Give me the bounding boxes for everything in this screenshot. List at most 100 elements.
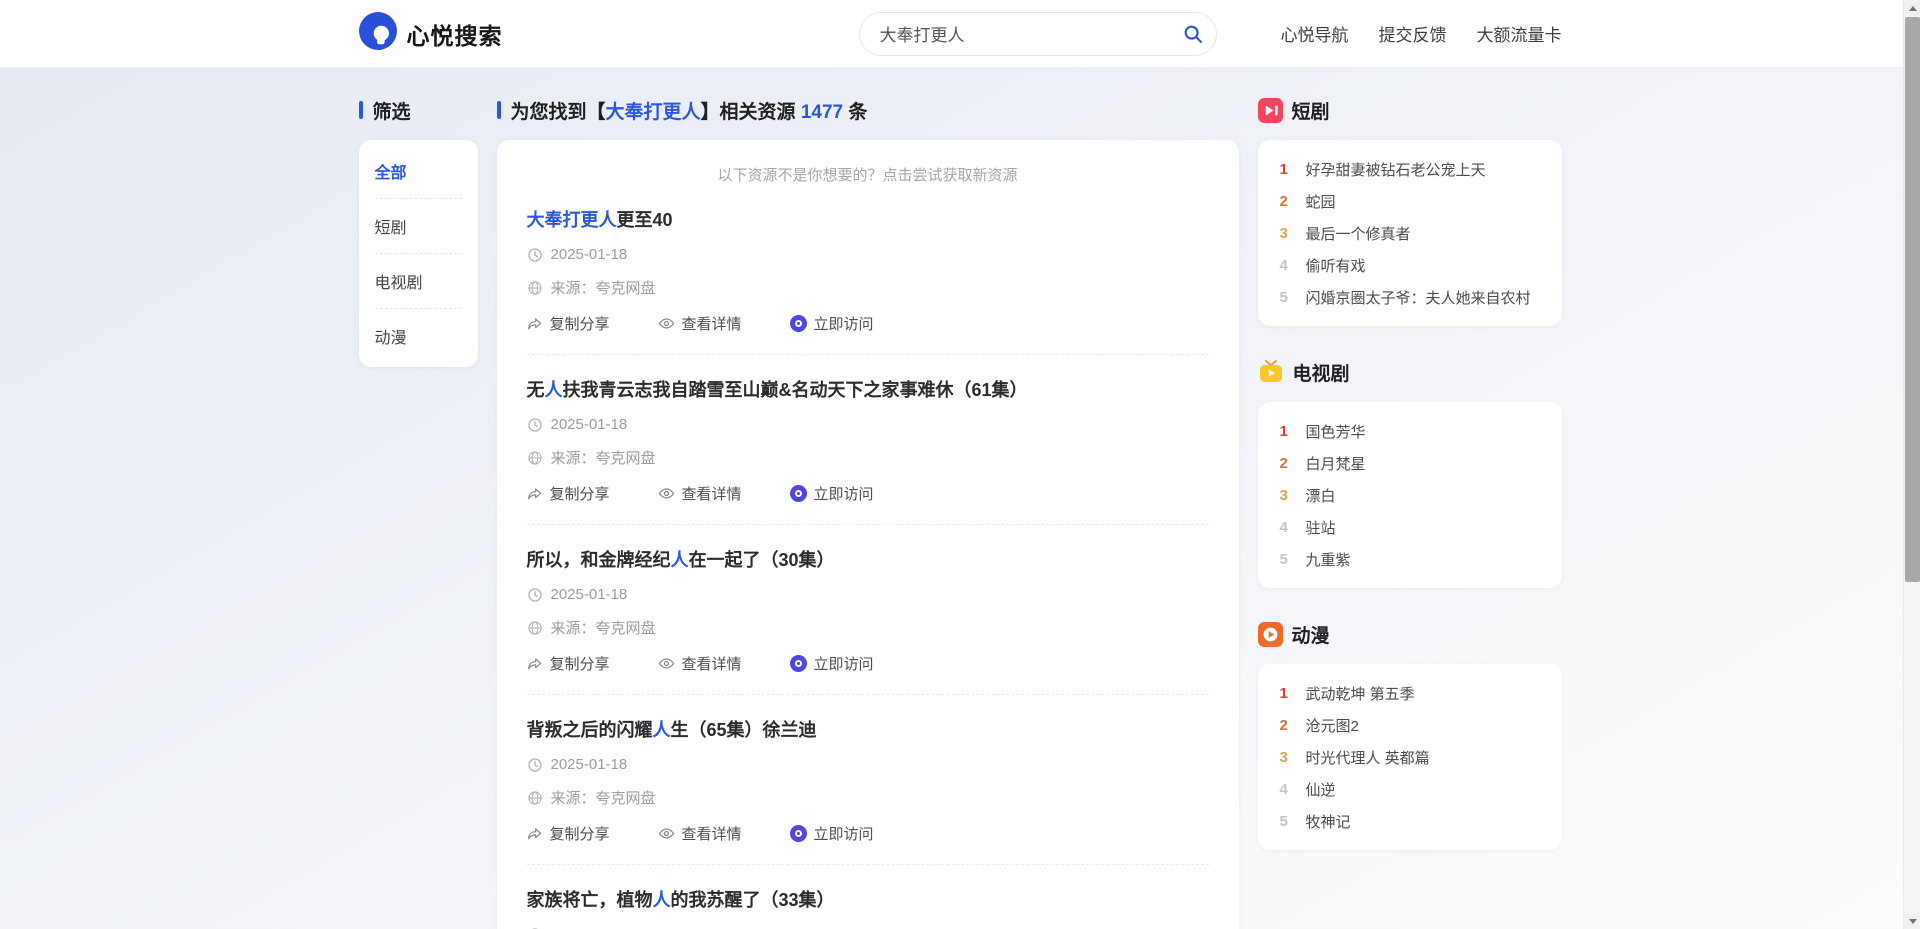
- rank-item[interactable]: 5 牧神记: [1280, 805, 1540, 837]
- result-item: 家族将亡，植物人的我苏醒了（33集） 2025-01-18: [527, 864, 1209, 929]
- rank-item[interactable]: 5 九重紫: [1280, 543, 1540, 575]
- view-detail-button[interactable]: 查看详情: [658, 313, 742, 334]
- rank-section-drama: 短剧 1 好孕甜妻被钻石老公宠上天 2 蛇园: [1258, 98, 1562, 326]
- top-nav: 心悦导航 提交反馈 大额流量卡: [1281, 21, 1562, 46]
- rank-item[interactable]: 3 漂白: [1280, 479, 1540, 511]
- view-detail-button[interactable]: 查看详情: [658, 653, 742, 674]
- result-title[interactable]: 家族将亡，植物人的我苏醒了（33集）: [527, 886, 1209, 912]
- share-icon: [527, 316, 543, 332]
- visit-now-button[interactable]: 立即访问: [790, 653, 874, 674]
- nav-link-navigation[interactable]: 心悦导航: [1281, 21, 1349, 46]
- tv-section-title: 电视剧: [1293, 359, 1350, 386]
- brand-logo[interactable]: 心悦搜索: [359, 12, 503, 55]
- rank-item[interactable]: 4 偷听有戏: [1280, 249, 1540, 281]
- result-actions: 复制分享 查看详情: [527, 313, 1209, 334]
- rank-item[interactable]: 1 好孕甜妻被钻石老公宠上天: [1280, 153, 1540, 185]
- visit-now-button[interactable]: 立即访问: [790, 823, 874, 844]
- result-item: 所以，和金牌经纪人在一起了（30集） 2025-01-18: [527, 524, 1209, 694]
- ranking-sidebar: 短剧 1 好孕甜妻被钻石老公宠上天 2 蛇园: [1258, 98, 1562, 929]
- result-title[interactable]: 所以，和金牌经纪人在一起了（30集）: [527, 546, 1209, 572]
- visit-now-button[interactable]: 立即访问: [790, 483, 874, 504]
- rank-item[interactable]: 4 驻站: [1280, 511, 1540, 543]
- rank-item[interactable]: 2 蛇园: [1280, 185, 1540, 217]
- rank-section-tv: 电视剧 1 国色芳华 2 白月梵星: [1258, 360, 1562, 588]
- visit-now-label: 立即访问: [814, 823, 874, 844]
- filter-item[interactable]: 全部: [375, 144, 462, 199]
- copy-share-button[interactable]: 复制分享: [527, 313, 610, 334]
- result-item: 大奉打更人更至40 2025-01-18: [527, 185, 1209, 354]
- search-bar: [859, 12, 1217, 56]
- search-button[interactable]: [1182, 23, 1204, 45]
- view-detail-button[interactable]: 查看详情: [658, 483, 742, 504]
- rank-title: 驻站: [1306, 517, 1336, 538]
- rank-number: 3: [1280, 749, 1295, 766]
- copy-share-button[interactable]: 复制分享: [527, 483, 610, 504]
- result-title[interactable]: 大奉打更人更至40: [527, 206, 1209, 232]
- rank-title: 武动乾坤 第五季: [1306, 683, 1415, 704]
- rank-item[interactable]: 2 白月梵星: [1280, 447, 1540, 479]
- filter-title: 筛选: [373, 97, 411, 124]
- share-icon: [527, 656, 543, 672]
- result-item: 无人扶我青云志我自踏雪至山巅&名动天下之家事难休（61集） 2025-01-18: [527, 354, 1209, 524]
- results-card: 以下资源不是你想要的？点击尝试获取新资源 大奉打更人更至40: [497, 140, 1239, 929]
- rank-item[interactable]: 4 仙逆: [1280, 773, 1540, 805]
- rank-section-anime: 动漫 1 武动乾坤 第五季 2 沧元图2: [1258, 622, 1562, 850]
- filter-card: 全部 短剧 电视剧 动漫: [359, 140, 478, 367]
- scrollbar-thumb[interactable]: [1905, 17, 1920, 582]
- rank-title: 仙逆: [1306, 779, 1336, 800]
- visit-now-label: 立即访问: [814, 313, 874, 334]
- result-source: 来源：夸克网盘: [551, 617, 656, 638]
- rank-item[interactable]: 1 国色芳华: [1280, 415, 1540, 447]
- rank-item[interactable]: 3 时光代理人 英都篇: [1280, 741, 1540, 773]
- rank-title: 白月梵星: [1306, 453, 1366, 474]
- rank-item[interactable]: 2 沧元图2: [1280, 709, 1540, 741]
- rank-item[interactable]: 1 武动乾坤 第五季: [1280, 677, 1540, 709]
- search-input[interactable]: [859, 12, 1217, 56]
- globe-icon: [527, 790, 543, 806]
- copy-share-button[interactable]: 复制分享: [527, 653, 610, 674]
- filter-heading: 筛选: [359, 98, 478, 122]
- rank-number: 3: [1280, 487, 1295, 504]
- result-date: 2025-01-18: [551, 586, 628, 603]
- clock-icon: [527, 587, 543, 603]
- share-icon: [527, 826, 543, 842]
- rank-number: 4: [1280, 519, 1295, 536]
- visit-now-button[interactable]: 立即访问: [790, 313, 874, 334]
- eye-icon: [658, 825, 675, 842]
- view-detail-button[interactable]: 查看详情: [658, 823, 742, 844]
- result-date-row: 2025-01-18: [527, 586, 1209, 603]
- scrollbar-down-arrow[interactable]: [1904, 913, 1920, 929]
- rank-number: 5: [1280, 813, 1295, 830]
- result-title[interactable]: 无人扶我青云志我自踏雪至山巅&名动天下之家事难休（61集）: [527, 376, 1209, 402]
- filter-item[interactable]: 动漫: [375, 309, 462, 363]
- nav-link-feedback[interactable]: 提交反馈: [1379, 21, 1447, 46]
- scrollbar-up-arrow[interactable]: [1904, 0, 1920, 16]
- result-date: 2025-01-18: [551, 246, 628, 263]
- filter-item[interactable]: 电视剧: [375, 254, 462, 309]
- visit-icon: [790, 825, 807, 842]
- rank-item[interactable]: 5 闪婚京圈太子爷：夫人她来自农村: [1280, 281, 1540, 313]
- tv-heading-row: 电视剧: [1258, 360, 1562, 384]
- view-detail-label: 查看详情: [682, 653, 742, 674]
- result-source: 来源：夸克网盘: [551, 277, 656, 298]
- rank-number: 3: [1280, 225, 1295, 242]
- tv-rank-list: 1 国色芳华 2 白月梵星 3 漂白: [1280, 415, 1540, 575]
- drama-rank-card: 1 好孕甜妻被钻石老公宠上天 2 蛇园 3 最后一个修真者: [1258, 140, 1562, 326]
- visit-now-label: 立即访问: [814, 483, 874, 504]
- share-icon: [527, 486, 543, 502]
- refresh-notice[interactable]: 以下资源不是你想要的？点击尝试获取新资源: [527, 140, 1209, 185]
- filter-item[interactable]: 短剧: [375, 199, 462, 254]
- eye-icon: [658, 655, 675, 672]
- rank-title: 时光代理人 英都篇: [1306, 747, 1430, 768]
- rank-number: 4: [1280, 257, 1295, 274]
- copy-share-button[interactable]: 复制分享: [527, 823, 610, 844]
- rank-item[interactable]: 3 最后一个修真者: [1280, 217, 1540, 249]
- result-title[interactable]: 背叛之后的闪耀人生（65集）徐兰迪: [527, 716, 1209, 742]
- eye-icon: [658, 315, 675, 332]
- nav-link-data-plan[interactable]: 大额流量卡: [1477, 21, 1562, 46]
- result-date-row: 2025-01-18: [527, 416, 1209, 433]
- page-scrollbar[interactable]: [1903, 0, 1920, 929]
- rank-number: 2: [1280, 193, 1295, 210]
- rank-number: 2: [1280, 455, 1295, 472]
- filter-list: 全部 短剧 电视剧 动漫: [375, 144, 462, 363]
